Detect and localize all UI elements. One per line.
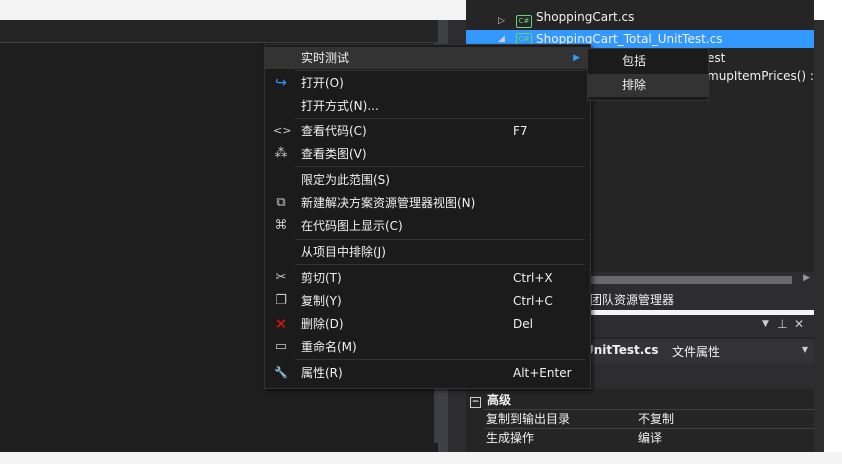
property-value[interactable]: 不复制 [638,410,674,428]
menu-item-label: 剪切(T) [301,271,342,285]
editor-tab-strip [0,20,438,43]
object-type-label: 文件属性 [672,345,721,359]
menu-item-label: 查看代码(C) [301,124,367,138]
expand-arrow-icon[interactable]: ▷ [498,12,505,30]
menu-item-label: 删除(D) [301,317,344,331]
menu-item-rename[interactable]: ▭ 重命名(M) [265,336,590,358]
submenu-item-include[interactable]: 包括 [588,50,708,73]
menu-item-live-testing[interactable]: 实时测试 ▶ [265,47,590,69]
submenu-item-label: 包括 [622,54,647,68]
pin-icon[interactable]: ⊥ [777,317,787,331]
menu-item-shortcut: F7 [513,124,528,138]
scissors-icon: ✂ [275,270,287,285]
menu-item-copy[interactable]: ❐ 复制(Y) Ctrl+C [265,290,590,312]
context-menu: 实时测试 ▶ ↪ 打开(O) 打开方式(N)... <> 查看代码(C) F7 … [264,44,591,389]
tree-item-label: est [707,51,726,65]
tree-item-label: ShoppingCart.cs [536,10,635,24]
copy-icon: ❐ [275,293,287,308]
menu-item-label: 在代码图上显示(C) [301,219,403,233]
menu-separator [295,70,585,71]
menu-item-label: 打开(O) [301,76,344,90]
menu-separator [295,264,585,265]
menu-separator [295,118,585,119]
property-row[interactable]: 复制到输出目录 不复制 [484,409,814,428]
property-value[interactable]: 编译 [638,429,662,447]
category-label: 高级 [487,393,512,407]
property-row[interactable]: 生成操作 编译 [484,428,814,447]
window-bottom-margin [0,452,842,464]
menu-item-shortcut: Ctrl+C [513,294,553,308]
chevron-down-icon[interactable]: ▼ [802,345,808,354]
menu-item-label: 新建解决方案资源管理器视图(N) [301,196,476,210]
menu-item-open-with[interactable]: 打开方式(N)... [265,95,590,117]
dropdown-arrow-icon[interactable]: ▼ [762,319,769,329]
menu-item-label: 从项目中排除(J) [301,245,386,259]
menu-item-label: 复制(Y) [301,294,342,308]
open-arrow-icon: ↪ [275,75,287,91]
menu-item-scope-to-this[interactable]: 限定为此范围(S) [265,169,590,191]
menu-item-label: 实时测试 [301,51,350,65]
menu-item-label: 重命名(M) [301,340,357,354]
window-top-margin [0,0,466,20]
menu-item-properties[interactable]: 🔧 属性(R) Alt+Enter [265,362,590,384]
submenu-item-exclude[interactable]: 排除 [588,74,708,97]
csharp-file-icon: C# [516,15,532,28]
menu-item-show-on-code-map[interactable]: ⌘ 在代码图上显示(C) [265,215,590,237]
tree-item-shoppingcart[interactable]: ▷ C# ShoppingCart.cs [466,10,814,30]
property-name: 生成操作 [486,431,535,445]
collapse-icon[interactable]: − [470,397,481,408]
menu-item-exclude-from-project[interactable]: 从项目中排除(J) [265,241,590,263]
menu-item-view-class-diagram[interactable]: ⁂ 查看类图(V) [265,143,590,165]
menu-item-shortcut: Del [513,317,533,331]
menu-item-label: 属性(R) [301,366,343,380]
menu-item-view-code[interactable]: <> 查看代码(C) F7 [265,120,590,142]
wrench-icon: 🔧 [274,366,288,379]
delete-x-icon: ✕ [274,315,288,333]
rename-icon: ▭ [274,339,288,354]
menu-item-shortcut: Alt+Enter [513,366,572,380]
scrollbar-thumb[interactable] [588,276,792,284]
submenu-item-label: 排除 [622,78,647,92]
menu-item-open[interactable]: ↪ 打开(O) [265,72,590,94]
submenu-arrow-icon: ▶ [573,53,580,63]
close-icon[interactable]: ✕ [794,317,804,331]
tab-team-explorer[interactable]: 团队资源管理器 [590,291,674,308]
explorer-horizontal-scrollbar[interactable]: ▶ [586,272,814,288]
menu-separator [295,239,585,240]
menu-item-label: 查看类图(V) [301,147,367,161]
menu-item-label: 打开方式(N)... [301,99,379,113]
property-name: 复制到输出目录 [486,412,571,426]
tree-item-label: mupItemPrices() : v [707,69,825,83]
menu-item-delete[interactable]: ✕ 删除(D) Del [265,313,590,335]
menu-separator [295,166,585,167]
menu-item-shortcut: Ctrl+X [513,271,553,285]
category-header[interactable]: − 高级 [470,391,511,409]
menu-item-cut[interactable]: ✂ 剪切(T) Ctrl+X [265,267,590,289]
menu-item-new-explorer-view[interactable]: ⧉ 新建解决方案资源管理器视图(N) [265,192,590,214]
menu-separator [295,359,585,360]
window-border [814,20,824,452]
live-testing-submenu: 包括 排除 [587,48,709,101]
code-brackets-icon: <> [273,124,292,137]
class-diagram-icon: ⁂ [274,146,288,161]
menu-item-label: 限定为此范围(S) [301,173,390,187]
code-map-icon: ⌘ [274,218,288,233]
scroll-right-icon[interactable]: ▶ [803,273,810,283]
new-view-icon: ⧉ [276,195,286,210]
